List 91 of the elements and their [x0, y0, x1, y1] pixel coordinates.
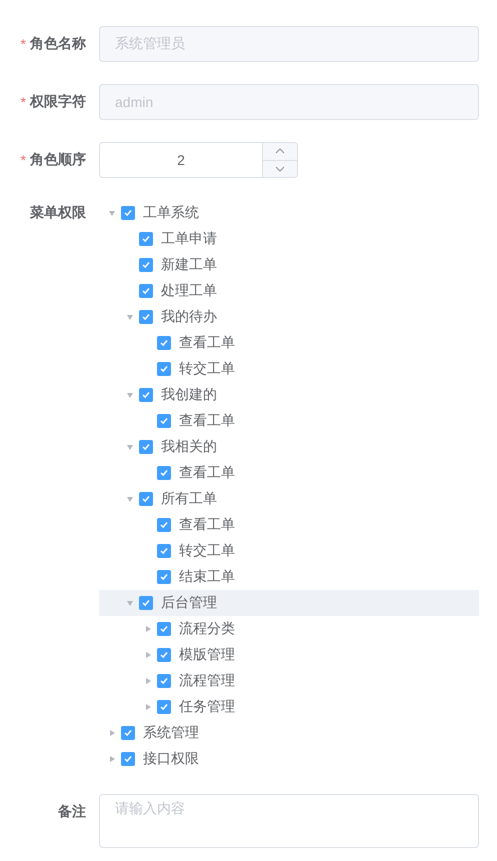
caret-icon[interactable]	[108, 755, 116, 763]
check-icon	[124, 729, 132, 737]
check-icon	[142, 391, 150, 399]
tree-node-label: 查看工单	[179, 464, 235, 482]
tree-node[interactable]: 后台管理	[99, 590, 479, 616]
check-icon	[142, 261, 150, 269]
check-icon	[160, 625, 168, 633]
tree-node-label: 新建工单	[161, 256, 217, 274]
tree-node-label: 我创建的	[161, 386, 217, 404]
check-icon	[160, 365, 168, 373]
tree-node-label: 转交工单	[179, 360, 235, 378]
caret-icon[interactable]	[126, 443, 134, 451]
field-label: 权限字符	[30, 93, 86, 111]
remark-field[interactable]: 请输入内容	[99, 794, 479, 848]
caret-icon[interactable]	[126, 599, 134, 607]
tree-node-label: 后台管理	[161, 594, 217, 612]
field-label: 角色顺序	[30, 151, 86, 169]
check-icon	[160, 677, 168, 685]
caret-icon[interactable]	[144, 651, 152, 659]
checkbox[interactable]	[139, 232, 153, 246]
required-mark: *	[20, 36, 26, 52]
checkbox[interactable]	[157, 648, 171, 662]
caret-icon[interactable]	[108, 729, 116, 737]
check-icon	[124, 209, 132, 217]
tree-node-label: 任务管理	[179, 698, 235, 716]
checkbox[interactable]	[157, 622, 171, 636]
checkbox[interactable]	[139, 258, 153, 272]
checkbox[interactable]	[157, 518, 171, 532]
checkbox[interactable]	[139, 492, 153, 506]
caret-icon[interactable]	[144, 703, 152, 711]
checkbox[interactable]	[139, 596, 153, 610]
checkbox[interactable]	[121, 206, 135, 220]
check-icon	[142, 313, 150, 321]
check-icon	[160, 547, 168, 555]
check-icon	[160, 573, 168, 581]
required-mark: *	[20, 152, 26, 168]
tree-node-label: 我相关的	[161, 438, 217, 456]
check-icon	[124, 755, 132, 763]
check-icon	[142, 599, 150, 607]
check-icon	[142, 287, 150, 295]
checkbox[interactable]	[139, 440, 153, 454]
check-icon	[160, 339, 168, 347]
checkbox[interactable]	[157, 414, 171, 428]
tree-node-label: 我的待办	[161, 308, 217, 326]
field-label: 备注	[58, 803, 86, 821]
checkbox[interactable]	[139, 284, 153, 298]
field-label: 角色名称	[30, 35, 86, 53]
tree-node-label: 处理工单	[161, 282, 217, 300]
tree-node-label: 工单申请	[161, 230, 217, 248]
check-icon	[160, 521, 168, 529]
check-icon	[142, 443, 150, 451]
caret-icon[interactable]	[144, 677, 152, 685]
checkbox[interactable]	[139, 388, 153, 402]
tree-node-label: 系统管理	[143, 724, 199, 742]
check-icon	[142, 235, 150, 243]
tree-node-label: 接口权限	[143, 750, 199, 768]
check-icon	[160, 417, 168, 425]
tree-node-label: 所有工单	[161, 490, 217, 508]
number-input[interactable]: 2	[99, 142, 298, 178]
tree-node-label: 模版管理	[179, 646, 235, 664]
checkbox[interactable]	[157, 700, 171, 714]
checkbox[interactable]	[157, 336, 171, 350]
tree-node-label: 查看工单	[179, 412, 235, 430]
checkbox[interactable]	[139, 310, 153, 324]
tree-node-label: 工单系统	[143, 204, 199, 222]
tree-node-label: 流程管理	[179, 672, 235, 690]
checkbox[interactable]	[121, 752, 135, 766]
caret-icon[interactable]	[126, 495, 134, 503]
chevron-up-icon	[275, 148, 285, 154]
check-icon	[142, 495, 150, 503]
checkbox[interactable]	[157, 674, 171, 688]
tree-node-label: 查看工单	[179, 334, 235, 352]
tree-node-label: 转交工单	[179, 542, 235, 560]
caret-icon[interactable]	[144, 625, 152, 633]
tree-node-label: 流程分类	[179, 620, 235, 638]
check-icon	[160, 651, 168, 659]
tree-node-label: 查看工单	[179, 516, 235, 534]
caret-icon[interactable]	[126, 391, 134, 399]
caret-icon[interactable]	[126, 313, 134, 321]
checkbox[interactable]	[121, 726, 135, 740]
chevron-down-icon	[275, 166, 285, 172]
check-icon	[160, 703, 168, 711]
tree-node-label: 结束工单	[179, 568, 235, 586]
check-icon	[160, 469, 168, 477]
required-mark: *	[20, 94, 26, 110]
caret-icon[interactable]	[108, 209, 116, 217]
checkbox[interactable]	[157, 362, 171, 376]
checkbox[interactable]	[157, 544, 171, 558]
field-label: 菜单权限	[30, 204, 86, 222]
checkbox[interactable]	[157, 466, 171, 480]
checkbox[interactable]	[157, 570, 171, 584]
